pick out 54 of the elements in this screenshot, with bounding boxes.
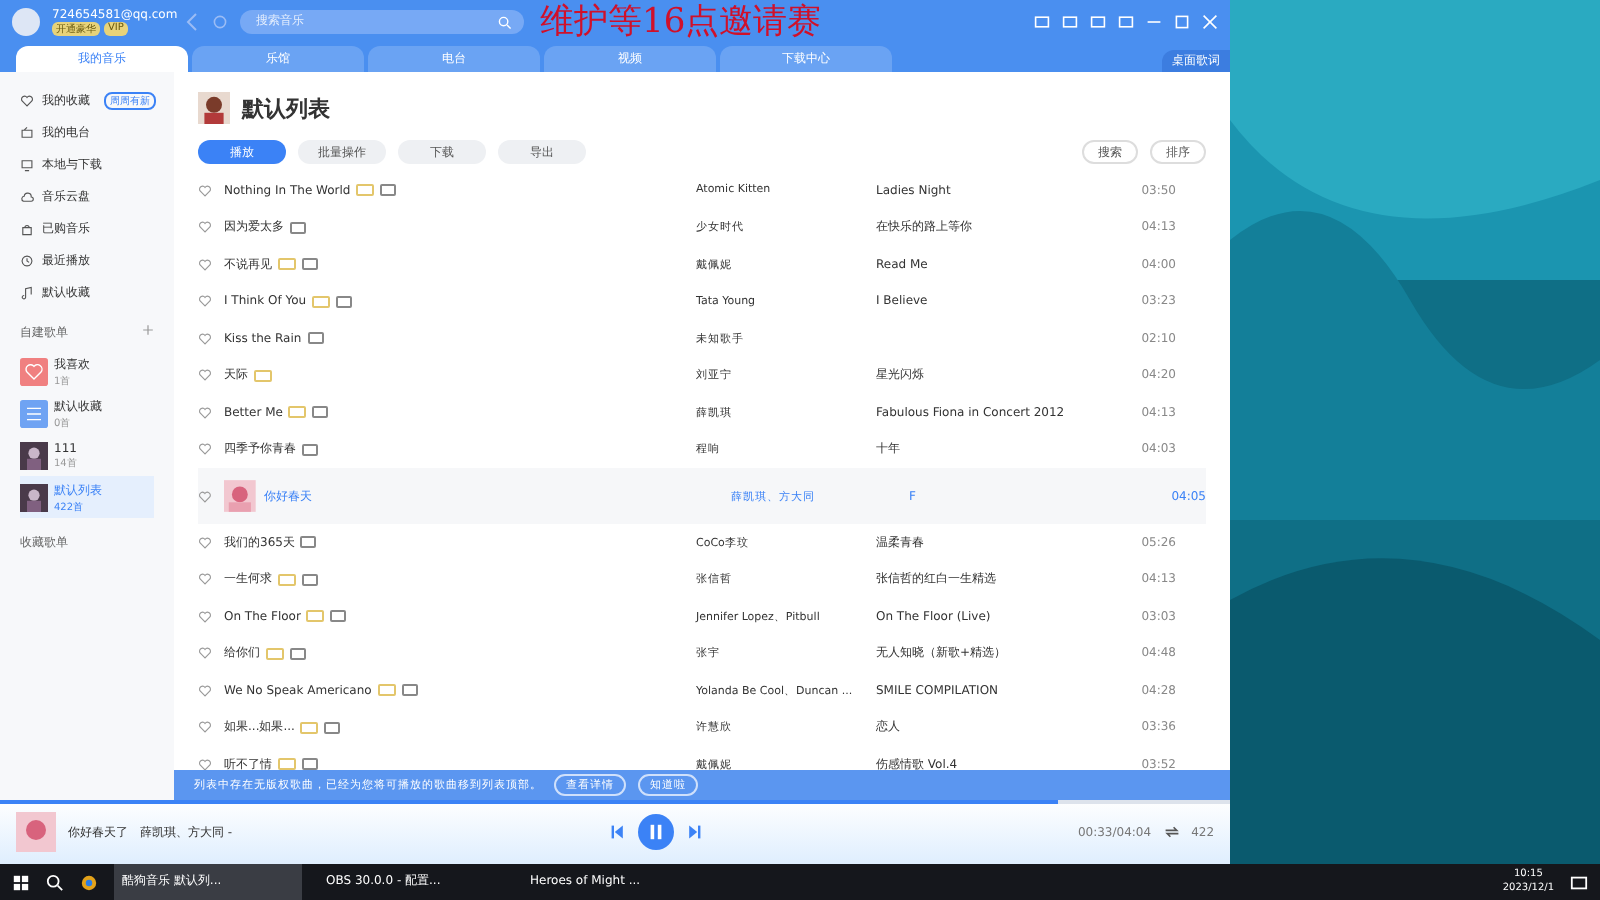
- mv-icon[interactable]: [290, 221, 306, 234]
- heart-icon[interactable]: [198, 368, 212, 383]
- heart-icon[interactable]: [198, 609, 212, 624]
- previous-icon[interactable]: [609, 824, 626, 840]
- bag-icon: [20, 221, 34, 235]
- back-icon[interactable]: [184, 12, 200, 32]
- heart-icon: [20, 357, 48, 385]
- mv-icon[interactable]: [302, 258, 318, 271]
- list-icon: [20, 399, 48, 427]
- close-icon[interactable]: [1202, 14, 1218, 30]
- browser-icon[interactable]: [80, 873, 98, 891]
- mv-icon[interactable]: [324, 721, 341, 734]
- pause-button[interactable]: [637, 814, 674, 850]
- notification-icon[interactable]: [1570, 873, 1588, 891]
- overlay-caption: 维护等16点邀请赛: [540, 2, 822, 42]
- next-icon[interactable]: [685, 824, 702, 840]
- note-icon: [20, 285, 34, 299]
- heart-icon[interactable]: [198, 257, 212, 272]
- mv-icon[interactable]: [302, 573, 318, 586]
- mv-icon[interactable]: [401, 684, 418, 697]
- heart-icon[interactable]: [198, 220, 212, 235]
- add-icon[interactable]: [142, 324, 154, 336]
- heart-icon[interactable]: [198, 720, 212, 735]
- playlist-title: 默认列表: [242, 93, 330, 123]
- heart-icon[interactable]: [198, 331, 212, 346]
- heart-icon[interactable]: [198, 683, 212, 698]
- monitor-icon: [20, 157, 34, 171]
- heart-icon[interactable]: [198, 535, 212, 550]
- maximize-icon[interactable]: [1174, 14, 1190, 30]
- heart-icon[interactable]: [198, 757, 212, 770]
- start-icon[interactable]: [12, 873, 30, 891]
- heart-icon[interactable]: [198, 489, 212, 503]
- mv-icon[interactable]: [312, 406, 329, 419]
- heart-icon[interactable]: [198, 572, 212, 587]
- mv-icon[interactable]: [302, 443, 318, 456]
- heart-icon[interactable]: [198, 294, 212, 309]
- search-icon[interactable]: [46, 873, 64, 891]
- heart-icon: [20, 93, 34, 107]
- heart-icon[interactable]: [198, 405, 212, 420]
- heart-icon[interactable]: [198, 442, 212, 457]
- refresh-icon[interactable]: [212, 12, 228, 32]
- radio-icon: [20, 125, 34, 139]
- repeat-icon[interactable]: [1163, 824, 1180, 840]
- heart-icon[interactable]: [198, 183, 212, 198]
- clock-icon: [20, 253, 34, 267]
- mv-icon[interactable]: [336, 295, 353, 308]
- mv-icon[interactable]: [307, 332, 324, 345]
- mv-icon[interactable]: [300, 536, 317, 549]
- avatar[interactable]: [12, 8, 40, 36]
- mv-icon[interactable]: [330, 610, 347, 623]
- mv-icon[interactable]: [380, 184, 397, 197]
- cloud-icon: [20, 189, 34, 203]
- mv-icon[interactable]: [290, 647, 306, 660]
- heart-icon[interactable]: [198, 646, 212, 661]
